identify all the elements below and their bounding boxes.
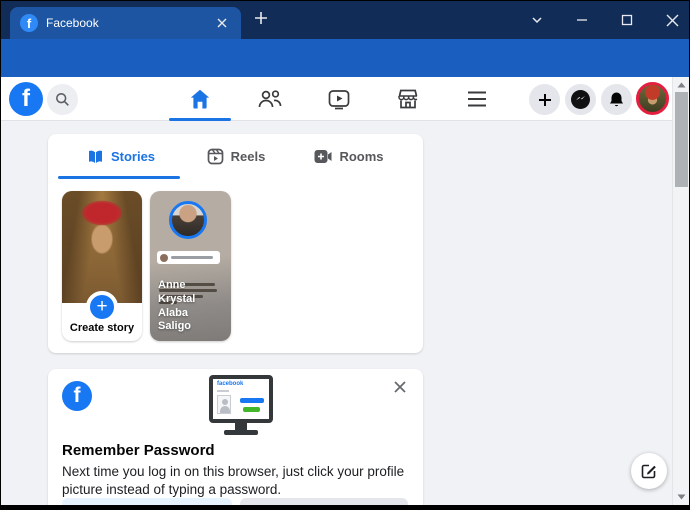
messenger-button[interactable] <box>565 84 596 115</box>
tab-reels[interactable]: Reels <box>181 134 291 178</box>
monitor-illustration: facebook <box>206 375 276 435</box>
search-button[interactable] <box>47 84 78 115</box>
hamburger-menu-icon <box>466 90 488 108</box>
bell-icon <box>608 91 625 108</box>
create-button[interactable] <box>529 84 560 115</box>
create-story-image <box>62 191 142 303</box>
facebook-favicon-icon: f <box>20 14 38 32</box>
scrollbar-up-arrow[interactable] <box>673 78 689 92</box>
monitor-stand-neck <box>235 423 247 430</box>
profile-avatar[interactable] <box>636 82 669 115</box>
monitor-stand-base <box>224 430 258 435</box>
stories-tab-underline <box>58 176 180 179</box>
reels-icon <box>207 148 224 165</box>
monitor-blue-bar <box>240 398 264 403</box>
dialog-title: Remember Password <box>62 442 215 459</box>
new-tab-button[interactable] <box>253 10 275 32</box>
ok-button[interactable]: OK <box>62 498 232 505</box>
dialog-body-text: Next time you log in on this browser, ju… <box>62 463 410 499</box>
browser-toolbar: facebook.com <box>1 39 689 77</box>
tab-reels-label: Reels <box>231 149 266 164</box>
plus-icon <box>537 92 553 108</box>
messenger-icon <box>571 90 590 109</box>
browser-window: f Facebook <box>1 1 689 505</box>
story-tag-text-line <box>171 256 213 259</box>
facebook-navbar: f <box>1 77 689 121</box>
friends-icon <box>257 87 283 111</box>
watch-icon <box>327 87 351 111</box>
friend-story-card[interactable]: Anne Krystal Alaba Saligo <box>150 191 231 341</box>
tab-title: Facebook <box>46 16 213 30</box>
stories-card: Stories Reels Rooms + Create story <box>48 134 423 353</box>
tab-close-icon[interactable] <box>213 14 231 32</box>
not-now-button[interactable]: Not Now <box>240 498 408 505</box>
tab-stories-label: Stories <box>111 149 155 164</box>
nav-tab-watch[interactable] <box>311 77 367 120</box>
window-maximize-button[interactable] <box>615 8 639 32</box>
page-scrollbar[interactable] <box>672 77 689 505</box>
monitor-brand-text: facebook <box>217 381 243 387</box>
story-tag-avatar <box>160 254 168 262</box>
create-story-plus-icon[interactable]: + <box>86 291 118 323</box>
screenshot-frame: f Facebook <box>0 0 690 510</box>
scrollbar-thumb[interactable] <box>675 92 688 187</box>
nav-tab-marketplace[interactable] <box>380 77 436 120</box>
story-author-name: Anne Krystal Alaba Saligo <box>158 279 224 334</box>
nav-tab-menu[interactable] <box>449 77 505 120</box>
browser-tab-facebook[interactable]: f Facebook <box>10 7 241 39</box>
home-icon <box>188 87 212 111</box>
monitor-screen: facebook <box>209 375 273 423</box>
tab-rooms[interactable]: Rooms <box>294 134 404 178</box>
rooms-icon <box>314 149 332 164</box>
nav-tab-home[interactable] <box>172 77 228 120</box>
scrollbar-down-arrow[interactable] <box>673 490 689 504</box>
story-tag-pill <box>157 251 220 264</box>
notifications-button[interactable] <box>601 84 632 115</box>
facebook-logo-small: f <box>62 381 92 411</box>
stories-book-icon <box>87 148 104 165</box>
monitor-green-bar <box>243 407 260 412</box>
window-minimize-button[interactable] <box>570 8 594 32</box>
create-story-label: Create story <box>62 322 142 334</box>
nav-tab-friends[interactable] <box>242 77 298 120</box>
create-story-card[interactable]: + Create story <box>62 191 142 341</box>
facebook-logo[interactable]: f <box>9 82 43 116</box>
compose-pencil-icon <box>641 463 657 479</box>
browser-titlebar: f Facebook <box>1 1 689 39</box>
page-content: Stories Reels Rooms + Create story <box>1 121 689 505</box>
monitor-avatar-placeholder <box>217 395 231 414</box>
compose-fab-button[interactable] <box>631 453 667 489</box>
monitor-brand-underline <box>217 390 229 392</box>
window-close-button[interactable] <box>660 8 684 32</box>
dialog-close-icon[interactable] <box>388 375 412 399</box>
tab-stories[interactable]: Stories <box>66 134 176 178</box>
remember-password-dialog: f facebook Remember Password Next time y… <box>48 369 423 505</box>
tab-search-chevron-icon[interactable] <box>525 8 549 32</box>
search-icon <box>55 92 70 107</box>
story-author-avatar <box>169 201 207 239</box>
tab-rooms-label: Rooms <box>339 149 383 164</box>
marketplace-icon <box>396 87 420 111</box>
